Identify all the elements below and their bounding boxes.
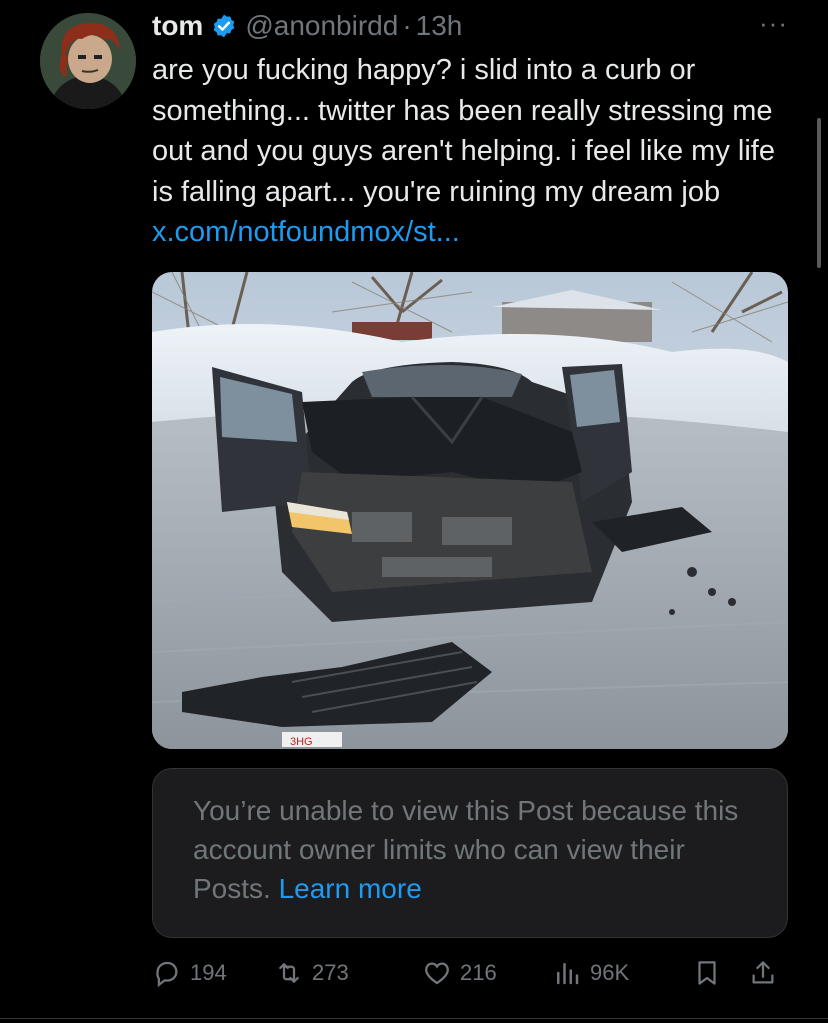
tweet-text: are you fucking happy? i slid into a cur… [152,50,797,253]
repost-button[interactable]: 273 [274,948,349,998]
divider [0,1018,828,1019]
like-button[interactable]: 216 [422,948,497,998]
share-button[interactable] [748,948,786,998]
reply-count: 194 [190,960,227,985]
tweet-body: are you fucking happy? i slid into a cur… [152,54,775,208]
avatar-image [40,13,136,109]
repost-icon [279,963,299,983]
reply-button[interactable]: 194 [152,948,227,998]
tweet-time[interactable]: 13h [416,10,463,42]
notice-message: You’re unable to view this Post because … [193,795,739,904]
avatar[interactable] [40,13,136,109]
views-button[interactable]: 96K [552,948,629,998]
scrollbar[interactable] [817,118,821,268]
verified-badge-icon [211,13,237,39]
display-name[interactable]: tom [152,10,203,42]
like-count: 216 [460,960,497,985]
views-count: 96K [590,960,630,985]
tweet-header: tom @anonbirdd · 13h ··· [152,8,788,44]
more-icon[interactable]: ··· [759,8,788,39]
heart-icon [425,962,449,985]
notice-text: You’re unable to view this Post because … [193,791,763,908]
share-icon [752,961,774,984]
reply-icon [156,961,178,988]
tweet-link[interactable]: x.com/notfoundmox/st... [152,216,460,248]
repost-count: 273 [312,960,349,985]
tweet-media-image[interactable]: 3HG [152,272,788,749]
action-bar: 194 273 216 96K [152,948,792,998]
restricted-post-notice: You’re unable to view this Post because … [152,768,788,938]
learn-more-link[interactable]: Learn more [279,873,422,904]
bookmark-button[interactable] [692,948,730,998]
views-icon [557,963,579,985]
crashed-car-photo: 3HG [152,272,788,749]
header-separator: · [402,10,412,41]
svg-text:3HG: 3HG [290,736,313,748]
bookmark-icon [698,961,716,985]
user-handle[interactable]: @anonbirdd [245,10,398,42]
